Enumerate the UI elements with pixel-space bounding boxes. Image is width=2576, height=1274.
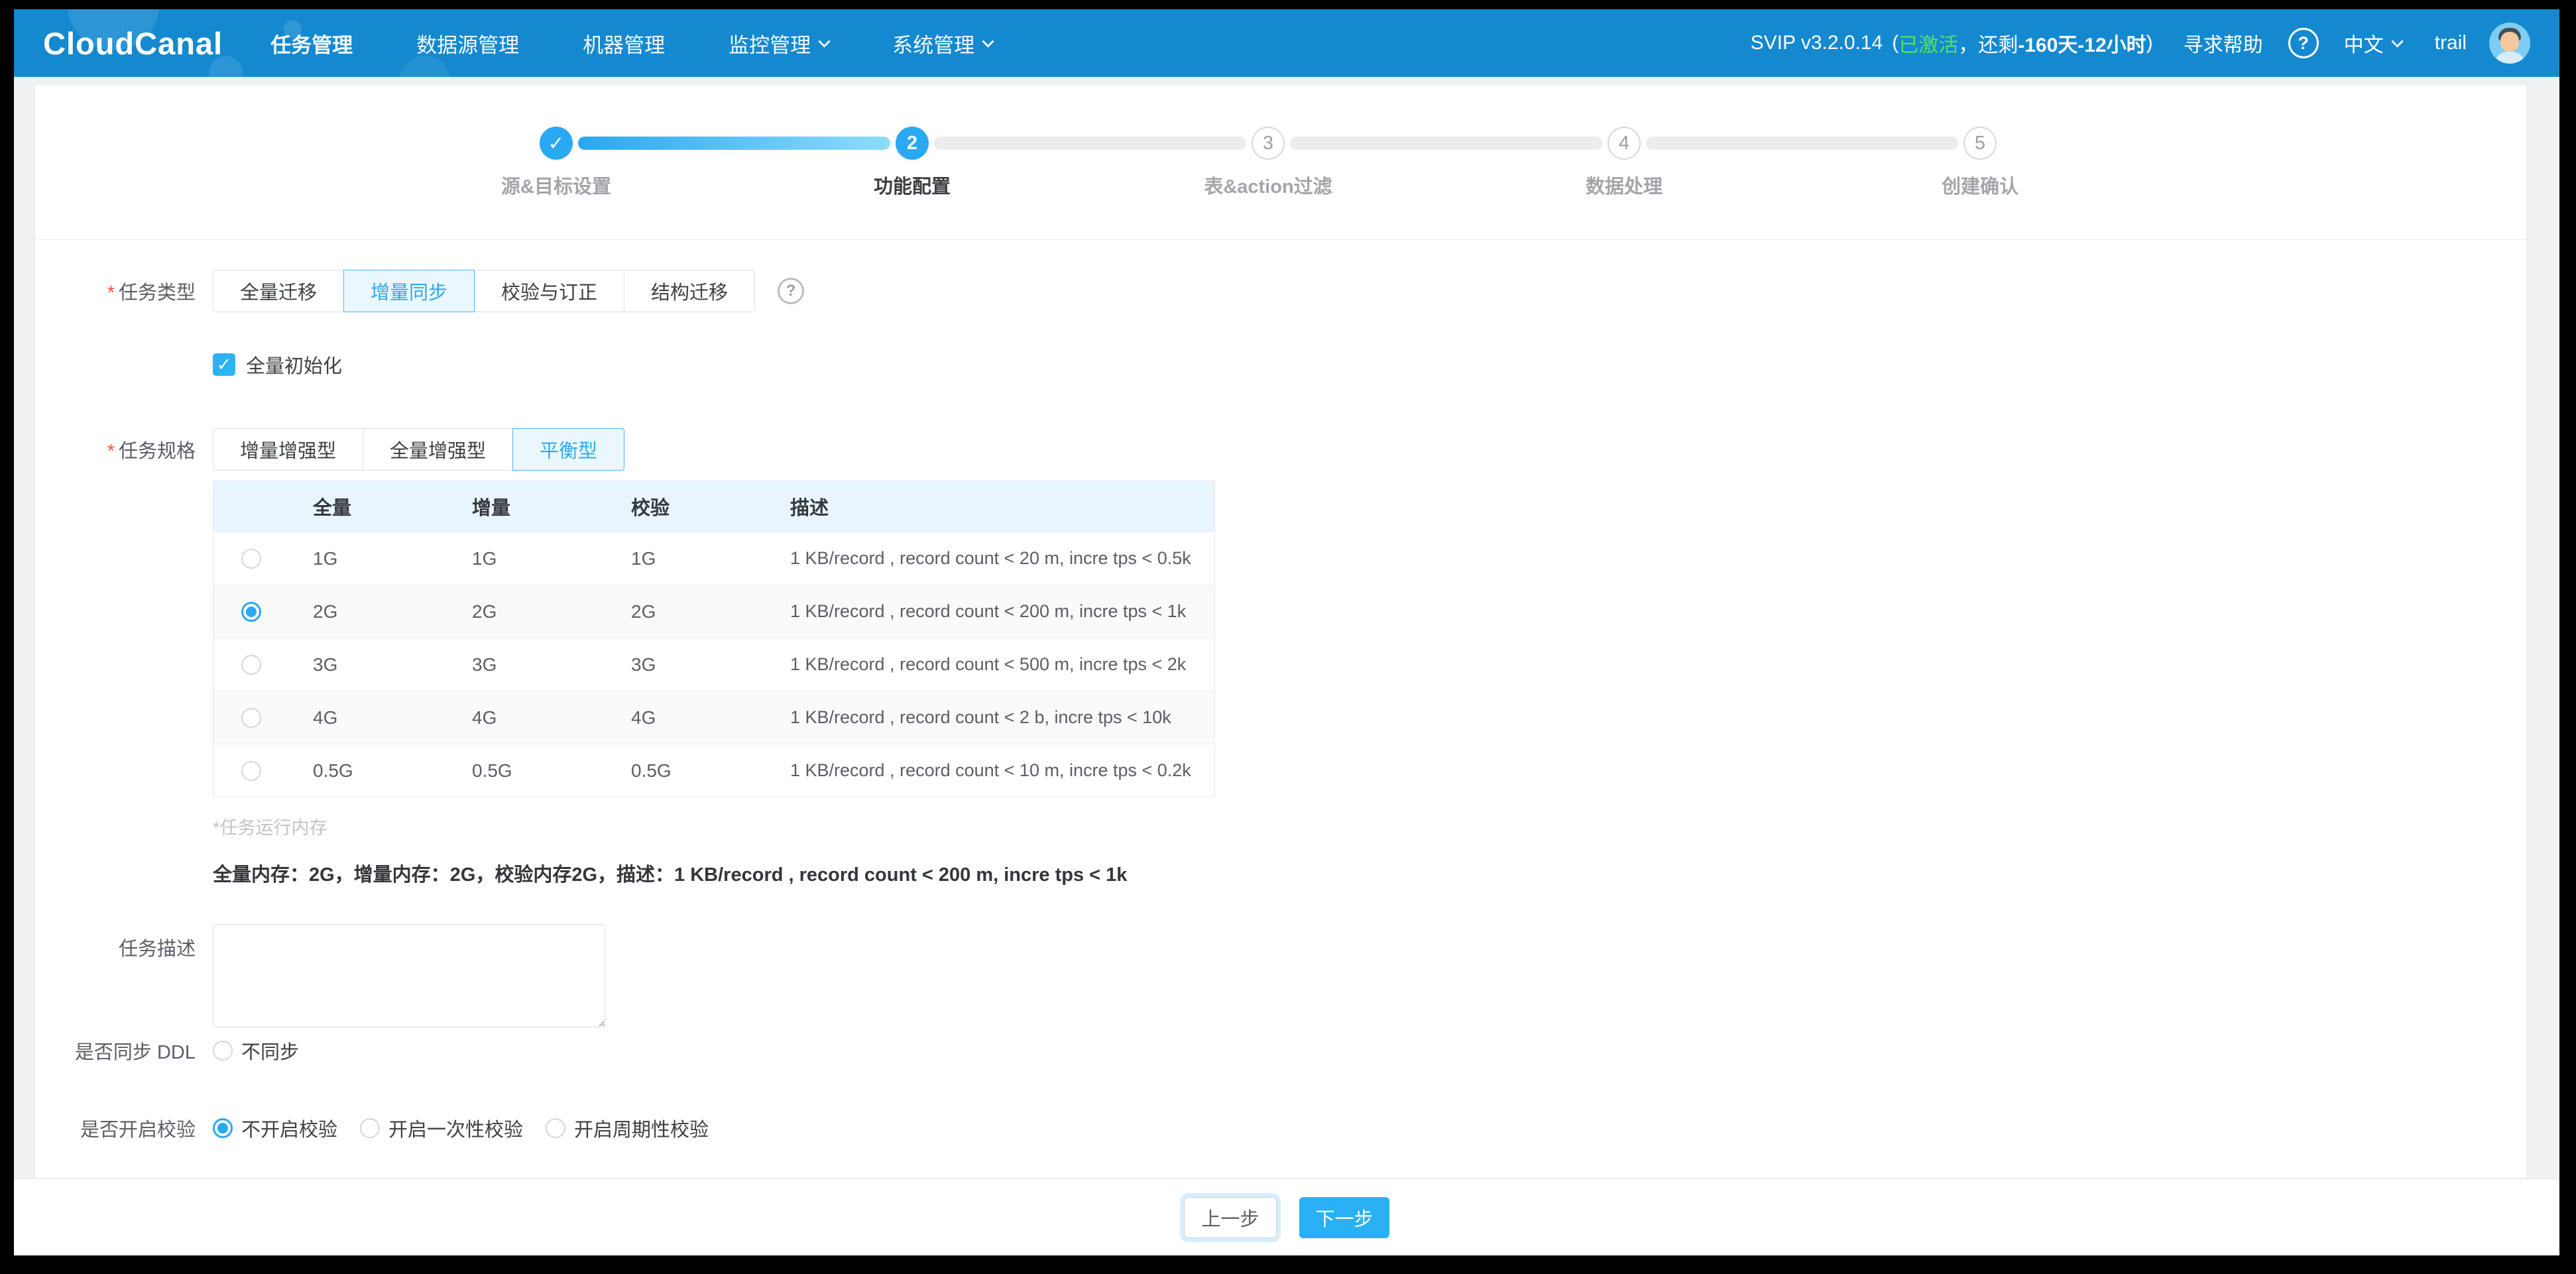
spec-row-3g[interactable]: 3G 3G 3G 1 KB/record , record count < 50… [213,638,1214,691]
memory-note-row: *任务运行内存 [35,813,2526,839]
license-days: -160天-12小时 [2018,29,2146,58]
task-type-option-full-migration[interactable]: 全量迁移 [213,270,344,312]
chevron-down-icon [818,35,830,47]
full-init-row: ✓ 全量初始化 [35,351,2526,378]
spec-radio-3g[interactable] [241,655,261,675]
task-type-option-struct-migration[interactable]: 结构迁移 [624,270,755,312]
memory-summary-row: 全量内存：2G，增量内存：2G，校验内存2G，描述：1 KB/record , … [35,859,2526,887]
spec-table-row: 全量 增量 校验 描述 1G 1G 1G 1 KB/record , recor… [35,481,2526,797]
full-init-label: 全量初始化 [246,351,342,378]
ddl-row: 是否同步 DDL 不同步 [35,1037,2526,1065]
col-header-desc: 描述 [766,492,1214,520]
task-type-option-verify-correct[interactable]: 校验与订正 [474,270,624,312]
step-bar-1-2 [578,137,890,150]
menu-item-datasource-mgmt[interactable]: 数据源管理 [416,29,519,58]
username-text[interactable]: trail [2435,32,2467,54]
step-3-circle: 3 [1252,127,1285,160]
license-info: SVIP v3.2.0.14 (已激活，还剩-160天-12小时) [1751,29,2153,58]
step-1-circle-check-icon: ✓ [540,127,573,160]
task-type-row: *任务类型 全量迁移 增量同步 校验与订正 结构迁移 ? [35,270,2526,312]
col-header-full: 全量 [289,492,448,520]
required-asterisk: * [107,441,115,462]
spec-radio-05g[interactable] [241,761,261,781]
task-spec-label: *任务规格 [35,435,213,463]
seek-help-link[interactable]: 寻求帮助 [2184,29,2263,58]
menu-item-monitor-mgmt[interactable]: 监控管理 [729,29,829,58]
ddl-label: 是否同步 DDL [35,1037,213,1065]
verify-radio-periodic[interactable] [546,1118,565,1138]
verify-option-off[interactable]: 不开启校验 [213,1114,337,1142]
verify-radio-once[interactable] [360,1118,380,1138]
step-4-circle: 4 [1608,127,1641,160]
task-type-help-icon[interactable]: ? [778,278,804,304]
chevron-down-icon [982,35,994,47]
verify-radio-off[interactable] [213,1118,233,1138]
verify-row: 是否开启校验 不开启校验 开启一次性校验 开启周期性校验 [35,1114,2526,1142]
app-window: CloudCanal 任务管理 数据源管理 机器管理 监控管理 系统管理 SVI… [14,9,2559,1255]
col-header-incre: 增量 [448,492,607,520]
config-form: *任务类型 全量迁移 增量同步 校验与订正 结构迁移 ? ✓ 全量初始化 [35,240,2526,1179]
step-2-circle: 2 [896,127,929,160]
main-menu: 任务管理 数据源管理 机器管理 监控管理 系统管理 [270,29,992,58]
user-avatar[interactable] [2489,23,2530,64]
step-3-label: 表&action过滤 [1136,171,1401,199]
top-navbar: CloudCanal 任务管理 数据源管理 机器管理 监控管理 系统管理 SVI… [14,9,2559,77]
chevron-down-icon [2391,35,2403,47]
license-status: 已激活 [1899,29,1958,58]
spec-row-4g[interactable]: 4G 4G 4G 1 KB/record , record count < 2 … [213,691,1214,744]
verify-option-once[interactable]: 开启一次性校验 [360,1114,523,1142]
step-5-label: 创建确认 [1847,171,2113,199]
spec-row-1g[interactable]: 1G 1G 1G 1 KB/record , record count < 20… [213,532,1214,585]
memory-summary: 全量内存：2G，增量内存：2G，校验内存2G，描述：1 KB/record , … [213,859,1127,887]
verify-option-periodic[interactable]: 开启周期性校验 [546,1114,709,1142]
spec-radio-2g[interactable] [241,602,261,622]
main-card: ✓ 2 3 4 5 源&目标设置 功能配置 表&action过滤 数据处理 创建… [34,84,2527,1179]
menu-item-task-mgmt[interactable]: 任务管理 [270,29,353,58]
step-4-label: 数据处理 [1492,171,1757,199]
step-bar-4-5 [1646,137,1958,150]
task-spec-button-group: 增量增强型 全量增强型 平衡型 [213,428,624,471]
task-desc-row: 任务描述 [35,924,2526,1027]
help-question-icon[interactable]: ? [2288,28,2319,58]
prev-step-button[interactable]: 上一步 [1184,1197,1277,1238]
full-init-checkbox[interactable]: ✓ [213,353,235,376]
task-desc-textarea[interactable] [213,924,605,1027]
task-type-option-incre-sync[interactable]: 增量同步 [343,270,475,312]
wizard-footer: 上一步 下一步 [14,1179,2559,1255]
col-header-check: 校验 [607,492,766,520]
task-spec-option-balanced[interactable]: 平衡型 [512,428,624,471]
menu-item-machine-mgmt[interactable]: 机器管理 [583,29,665,58]
version-text: SVIP v3.2.0.14 [1751,32,1883,54]
task-spec-option-full-enhanced[interactable]: 全量增强型 [363,428,513,471]
spec-row-2g-selected[interactable]: 2G 2G 2G 1 KB/record , record count < 20… [213,585,1214,638]
spec-row-05g[interactable]: 0.5G 0.5G 0.5G 1 KB/record , record coun… [213,744,1214,797]
step-2-label: 功能配置 [780,171,1045,199]
spec-radio-1g[interactable] [241,549,261,569]
step-wizard: ✓ 2 3 4 5 源&目标设置 功能配置 表&action过滤 数据处理 创建… [35,85,2526,240]
spec-table-header: 全量 增量 校验 描述 [213,481,1214,532]
next-step-button[interactable]: 下一步 [1299,1197,1389,1238]
menu-item-system-mgmt[interactable]: 系统管理 [892,29,992,58]
task-type-button-group: 全量迁移 增量同步 校验与订正 结构迁移 [213,270,755,312]
ddl-radio-no-sync[interactable] [213,1041,233,1061]
required-asterisk: * [107,282,115,304]
memory-note: *任务运行内存 [213,813,327,839]
language-switcher[interactable]: 中文 [2344,29,2402,58]
ddl-option-no-sync[interactable]: 不同步 [213,1037,299,1065]
task-type-label: *任务类型 [35,277,213,305]
cloudcanal-logo[interactable]: CloudCanal [43,25,223,62]
step-5-circle: 5 [1963,127,1997,160]
verify-label: 是否开启校验 [35,1114,213,1142]
navbar-right: SVIP v3.2.0.14 (已激活，还剩-160天-12小时) 寻求帮助 ?… [1751,23,2530,64]
spec-table: 全量 增量 校验 描述 1G 1G 1G 1 KB/record , recor… [213,481,1215,797]
step-bar-2-3 [934,137,1246,150]
step-1-label: 源&目标设置 [424,171,689,199]
spec-radio-4g[interactable] [241,708,261,728]
task-spec-option-incre-enhanced[interactable]: 增量增强型 [213,428,363,471]
task-desc-label: 任务描述 [35,924,213,961]
task-spec-row: *任务规格 增量增强型 全量增强型 平衡型 [35,428,2526,471]
step-bar-3-4 [1290,137,1602,150]
